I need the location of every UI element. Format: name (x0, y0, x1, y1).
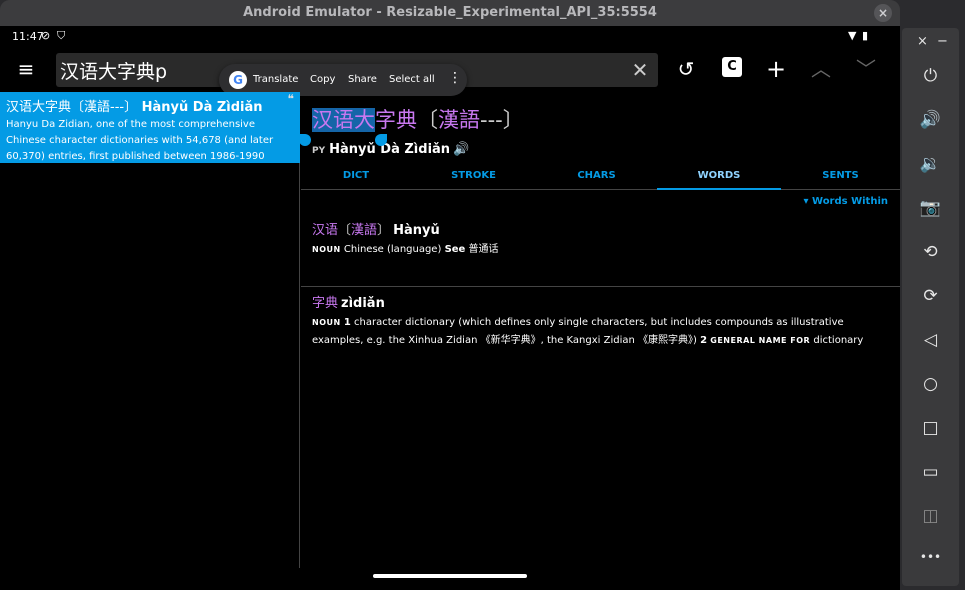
emulator-controls: × − ⏻ 🔊 🔉 📷 ⟲ ⟳ ◁ ○ □ ▭ ◫ ••• (902, 28, 959, 586)
clipboard-button[interactable]: C (722, 57, 742, 77)
word-entry-head: 汉语〔漢語〕 Hànyǔ (312, 219, 888, 238)
word-pinyin: Hànyǔ (393, 223, 440, 238)
volume-down-icon[interactable]: 🔉 (902, 154, 959, 174)
vpn-icon: ⛉ (57, 29, 66, 42)
result-description: Hanyu Da Zidian, one of the most compreh… (6, 119, 274, 162)
headword-open-bracket: 〔 (417, 108, 438, 132)
result-headword-zh: 汉语大字典〔漢語---〕 (6, 100, 138, 115)
translate-action[interactable]: Translate (253, 74, 298, 85)
selection-handle-left[interactable] (299, 134, 311, 146)
tab-sents[interactable]: SENTS (781, 162, 900, 190)
status-bar: 11:47 ⊘ ⛉ ▼ ▮ (0, 26, 900, 48)
chevron-down-icon[interactable]: ﹀ (851, 54, 881, 84)
home-icon[interactable]: ○ (902, 374, 959, 394)
headword-dash: --- (480, 108, 503, 132)
status-time: 11:47 (12, 30, 44, 43)
copy-action[interactable]: Copy (310, 74, 335, 85)
word-simplified: 汉语 (312, 223, 339, 238)
tab-dict[interactable]: DICT (301, 162, 411, 190)
fold-icon[interactable]: ▭ (902, 462, 959, 482)
window-close-button[interactable]: × (874, 4, 892, 22)
definition-text: dictionary (813, 335, 864, 346)
definition-text: Chinese (language) (343, 244, 442, 255)
do-not-disturb-icon: ⊘ (41, 29, 51, 42)
headword-close-bracket: 〕 (502, 108, 524, 132)
word-entry[interactable]: 汉语〔漢語〕 Hànyǔ NOUN Chinese (language) See … (312, 219, 888, 259)
gesture-nav-pill[interactable] (373, 574, 527, 578)
rotate-left-icon[interactable]: ⟲ (902, 242, 959, 262)
window-title: Android Emulator - Resizable_Experimenta… (243, 5, 657, 20)
part-of-speech: NOUN (312, 245, 341, 254)
camera-icon[interactable]: 📷 (902, 198, 959, 218)
more-icon[interactable]: ••• (902, 550, 959, 564)
result-headword: 汉语大字典〔漢語---〕 Hànyǔ Dà Zìdiǎn (6, 96, 294, 115)
result-item[interactable]: 汉语大字典〔漢語---〕 Hànyǔ Dà Zìdiǎn Hanyu Da Zi… (0, 92, 300, 163)
tab-chars[interactable]: CHARS (536, 162, 657, 190)
detail-panel: 汉语大字典〔漢語---〕 PY Hànyǔ Dà Zìdiǎn 🔊 DICT STR… (301, 92, 900, 568)
speaker-icon[interactable]: 🔊 (453, 142, 469, 157)
rotate-right-icon[interactable]: ⟳ (902, 286, 959, 306)
more-options-icon[interactable]: ⋮ (448, 70, 462, 86)
minimize-icon[interactable]: − (914, 34, 965, 49)
word-close-bracket: 〕 (377, 223, 391, 238)
word-traditional: 漢語 (351, 223, 378, 238)
tab-stroke[interactable]: STROKE (411, 162, 536, 190)
detail-tabs: DICT STROKE CHARS WORDS SENTS (301, 162, 900, 190)
back-icon[interactable]: ◁ (902, 330, 959, 350)
battery-icon: ▮ (862, 29, 869, 42)
menu-icon[interactable]: ≡ (11, 54, 41, 84)
pinyin-line: PY Hànyǔ Dà Zìdiǎn 🔊 (312, 142, 469, 157)
window-titlebar: Android Emulator - Resizable_Experimenta… (0, 0, 900, 26)
word-simplified: 字典 (312, 296, 339, 311)
quote-icon: ❝ (287, 92, 294, 106)
word-open-bracket: 〔 (338, 223, 352, 238)
word-definition: NOUN 1 character dictionary (which defin… (312, 314, 888, 350)
power-icon[interactable]: ⏻ (902, 66, 959, 86)
emulator-window: Android Emulator - Resizable_Experimenta… (0, 0, 900, 590)
result-headword-pinyin: Hànyǔ Dà Zìdiǎn (141, 100, 263, 115)
headword-selected-text[interactable]: 汉语大 (312, 108, 375, 132)
detail-headword: 汉语大字典〔漢語---〕 (312, 104, 524, 134)
see-link[interactable]: 普通话 (469, 244, 499, 255)
google-icon: G (229, 71, 247, 89)
words-within-toggle[interactable]: ▾ Words Within (804, 196, 888, 207)
headword-traditional: 漢語 (438, 108, 480, 132)
word-definition: NOUN Chinese (language) See 普通话 (312, 241, 888, 259)
history-icon[interactable]: ↺ (671, 54, 701, 84)
select-all-action[interactable]: Select all (389, 74, 435, 85)
clear-icon[interactable]: ✕ (626, 55, 654, 85)
selection-handle-right[interactable] (375, 134, 387, 146)
overview-icon[interactable]: □ (902, 418, 959, 438)
wifi-icon: ▼ (848, 29, 857, 42)
part-of-speech: NOUN (312, 318, 341, 327)
tab-words[interactable]: WORDS (657, 162, 781, 190)
unfold-icon[interactable]: ◫ (902, 506, 959, 526)
word-entry-head: 字典 zìdiǎn (312, 292, 888, 311)
pinyin-tag: PY (312, 146, 326, 156)
entry-divider (301, 286, 900, 287)
headword-simplified-rest: 字典 (375, 108, 417, 132)
device-screen: 11:47 ⊘ ⛉ ▼ ▮ ≡ ✕ ↺ C + ︿ ﹀ G Translate … (0, 26, 900, 590)
word-pinyin: zìdiǎn (341, 296, 385, 311)
part-of-speech: GENERAL NAME FOR (710, 336, 811, 345)
sense-number: 2 (700, 335, 708, 346)
sense-number: 1 (343, 317, 351, 328)
volume-up-icon[interactable]: 🔊 (902, 110, 959, 130)
see-label: See (444, 244, 466, 255)
add-icon[interactable]: + (761, 54, 791, 84)
word-entry[interactable]: 字典 zìdiǎn NOUN 1 character dictionary (wh… (312, 292, 888, 350)
share-action[interactable]: Share (348, 74, 377, 85)
results-panel: 汉语大字典〔漢語---〕 Hànyǔ Dà Zìdiǎn Hanyu Da Zi… (0, 92, 300, 568)
chevron-up-icon[interactable]: ︿ (806, 54, 836, 84)
pinyin-text: Hànyǔ Dà Zìdiǎn (329, 142, 451, 157)
